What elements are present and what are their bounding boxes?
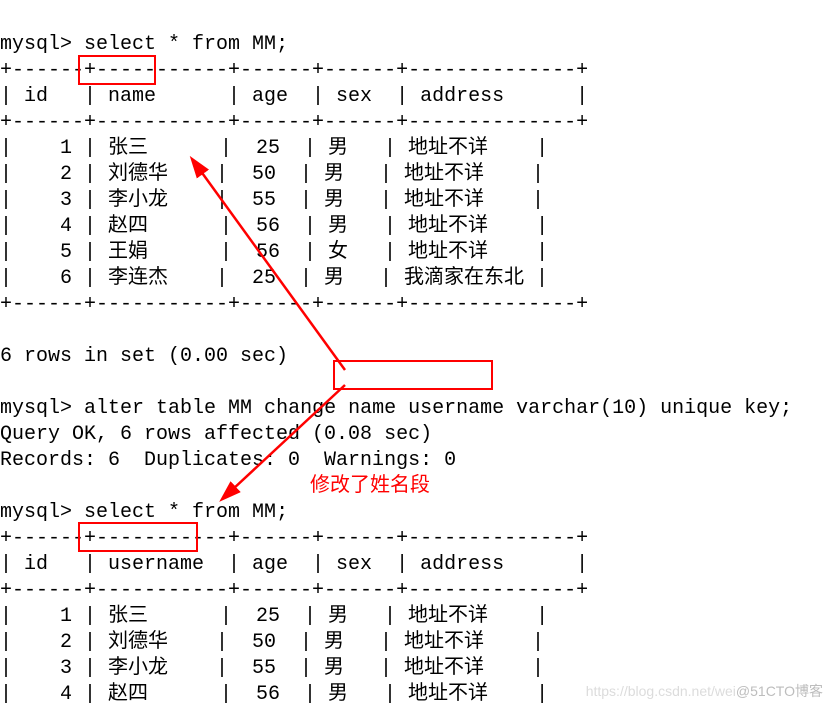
rows-in-set-msg: 6 rows in set (0.00 sec)	[0, 345, 288, 368]
table1-row-5: | 5 | 王娟 | 56 | 女 | 地址不详 |	[0, 241, 548, 264]
table2-row-3: | 3 | 李小龙 | 55 | 男 | 地址不详 |	[0, 657, 544, 680]
table2-row-2: | 2 | 刘德华 | 50 | 男 | 地址不详 |	[0, 631, 544, 654]
table2-border-mid: +------+-----------+------+------+------…	[0, 579, 588, 602]
sql-command-3: select * from MM;	[84, 501, 288, 524]
cmd-line-2[interactable]: mysql> alter table MM change name userna…	[0, 397, 792, 420]
cmd-line-3[interactable]: mysql> select * from MM;	[0, 501, 288, 524]
watermark-text: @51CTO博客	[736, 683, 823, 699]
table1-row-2: | 2 | 刘德华 | 50 | 男 | 地址不详 |	[0, 163, 544, 186]
table1-header: | id | name | age | sex | address |	[0, 85, 588, 108]
mysql-terminal: mysql> select * from MM; +------+-------…	[0, 0, 829, 705]
mysql-prompt: mysql>	[0, 33, 72, 56]
table1-row-4: | 4 | 赵四 | 56 | 男 | 地址不详 |	[0, 215, 548, 238]
table1-border-mid: +------+-----------+------+------+------…	[0, 111, 588, 134]
watermark-url: https://blog.csdn.net/wei	[586, 683, 736, 699]
table2-border-top: +------+-----------+------+------+------…	[0, 527, 588, 550]
mysql-prompt: mysql>	[0, 397, 72, 420]
watermark: https://blog.csdn.net/wei@51CTO博客	[586, 681, 823, 701]
table2-row-1: | 1 | 张三 | 25 | 男 | 地址不详 |	[0, 605, 548, 628]
sql-command-1: select * from MM;	[84, 33, 288, 56]
table1-row-3: | 3 | 李小龙 | 55 | 男 | 地址不详 |	[0, 189, 544, 212]
table1-border-bot: +------+-----------+------+------+------…	[0, 293, 588, 316]
table2-header: | id | username | age | sex | address |	[0, 553, 588, 576]
mysql-prompt: mysql>	[0, 501, 72, 524]
cmd2-result-1: Query OK, 6 rows affected (0.08 sec)	[0, 423, 432, 446]
table1-row-6: | 6 | 李连杰 | 25 | 男 | 我滴家在东北 |	[0, 267, 548, 290]
cmd-line-1[interactable]: mysql> select * from MM;	[0, 33, 288, 56]
table1-row-1: | 1 | 张三 | 25 | 男 | 地址不详 |	[0, 137, 548, 160]
blank-2	[0, 371, 12, 394]
table2-row-4: | 4 | 赵四 | 56 | 男 | 地址不详 |	[0, 683, 548, 705]
sql-command-2: alter table MM change name username varc…	[84, 397, 792, 420]
annotation-text: 修改了姓名段	[310, 468, 430, 498]
table1-border-top: +------+-----------+------+------+------…	[0, 59, 588, 82]
blank-1	[0, 319, 12, 342]
blank-3	[0, 475, 12, 498]
